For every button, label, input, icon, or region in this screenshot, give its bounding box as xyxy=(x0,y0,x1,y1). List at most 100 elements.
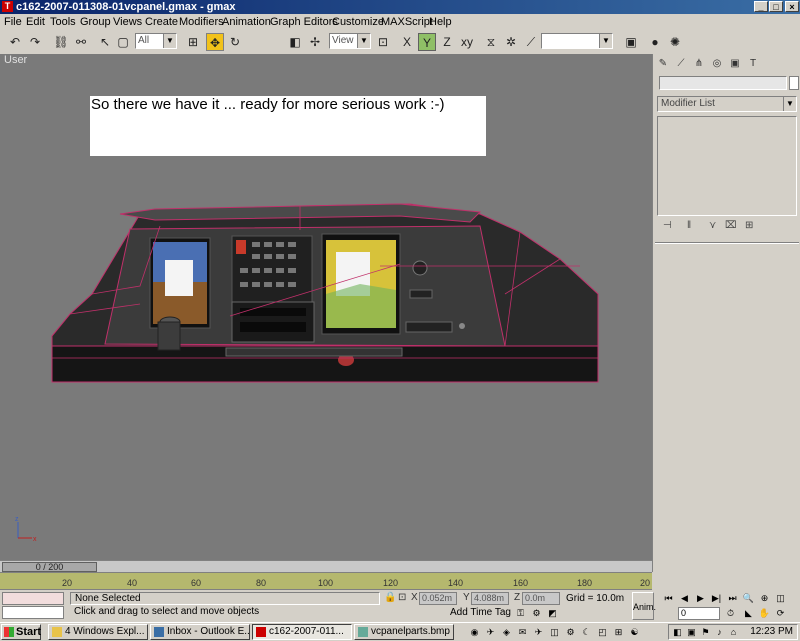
volume-icon[interactable]: ♪ xyxy=(713,626,726,638)
network-icon[interactable]: ⌂ xyxy=(727,626,740,638)
pan-icon[interactable]: ✋ xyxy=(758,607,771,619)
z-coordinate-field[interactable]: 0.0m xyxy=(522,592,560,605)
x-coordinate-field[interactable]: 0.052m xyxy=(419,592,457,605)
previous-frame-icon[interactable]: ◀ xyxy=(678,592,691,604)
quicklaunch-icon[interactable]: ☾ xyxy=(580,626,593,638)
mirror-icon[interactable]: ⧖ xyxy=(482,33,500,51)
quicklaunch-icon[interactable]: ✈ xyxy=(532,626,545,638)
show-end-result-icon[interactable]: ‖ xyxy=(687,220,691,231)
menu-customize[interactable]: Customize xyxy=(332,16,384,28)
field-of-view-icon[interactable]: ◣ xyxy=(742,607,755,619)
animate-button[interactable]: Anim. xyxy=(632,592,656,620)
hierarchy-tab-icon[interactable]: ⋔ xyxy=(693,58,705,70)
select-object-icon[interactable]: ↖ xyxy=(96,33,114,51)
y-coordinate-field[interactable]: 4.088m xyxy=(471,592,509,605)
redo-icon[interactable]: ↷ xyxy=(26,33,44,51)
select-move-icon[interactable]: ✥ xyxy=(206,33,224,51)
next-frame-icon[interactable]: ▶| xyxy=(710,592,723,604)
reference-coord-dropdown[interactable]: View ▼ xyxy=(329,33,371,49)
align-icon[interactable]: ⟋ xyxy=(522,33,540,51)
quicklaunch-icon[interactable]: ⚙ xyxy=(564,626,577,638)
named-selection-dropdown[interactable]: ▼ xyxy=(541,33,613,49)
select-rotate-icon[interactable]: ↻ xyxy=(226,33,244,51)
object-name-field[interactable] xyxy=(659,76,787,90)
taskbar-item-explorer[interactable]: 4 Windows Expl... xyxy=(48,624,148,640)
quicklaunch-icon[interactable]: ✈ xyxy=(484,626,497,638)
zoom-extents-icon[interactable]: ◫ xyxy=(774,592,787,604)
maxscript-listener-input[interactable] xyxy=(2,606,64,619)
select-region-icon[interactable]: ▢ xyxy=(114,33,132,51)
minimize-button[interactable]: _ xyxy=(754,1,768,12)
quicklaunch-icon[interactable]: ⊞ xyxy=(612,626,625,638)
quicklaunch-icon[interactable]: ◰ xyxy=(596,626,609,638)
configure-sets-icon[interactable]: ⊞ xyxy=(745,220,753,231)
render-icon[interactable]: ✺ xyxy=(666,33,684,51)
taskbar-item-paint[interactable]: vcpanelparts.bmp ... xyxy=(354,624,454,640)
menu-edit[interactable]: Edit xyxy=(26,16,45,28)
modifier-stack[interactable] xyxy=(657,116,797,216)
axis-y-icon[interactable]: Y xyxy=(418,33,436,51)
menu-create[interactable]: Create xyxy=(145,16,178,28)
pin-stack-icon[interactable]: ⊣ xyxy=(663,220,672,231)
axis-z-icon[interactable]: Z xyxy=(438,33,456,51)
go-to-start-icon[interactable]: ⏮ xyxy=(662,592,675,604)
modifier-list-dropdown[interactable]: Modifier List ▼ xyxy=(657,96,797,112)
quicklaunch-icon[interactable]: ◉ xyxy=(468,626,481,638)
modify-tab-icon[interactable]: ⟋ xyxy=(675,58,687,70)
arc-rotate-icon[interactable]: ⟳ xyxy=(774,607,787,619)
utilities-tab-icon[interactable]: T xyxy=(747,58,759,70)
tray-icon[interactable]: ⚑ xyxy=(699,626,712,638)
quicklaunch-icon[interactable]: ◈ xyxy=(500,626,513,638)
display-tab-icon[interactable]: ▣ xyxy=(729,58,741,70)
lock-selection-icon[interactable]: 🔒 xyxy=(384,592,396,603)
instrument-panel-model[interactable] xyxy=(0,54,652,560)
motion-tab-icon[interactable]: ◎ xyxy=(711,58,723,70)
taskbar-item-gmax[interactable]: c162-2007-011... xyxy=(252,624,352,640)
maxscript-listener-output[interactable] xyxy=(2,592,64,605)
menu-modifiers[interactable]: Modifiers xyxy=(179,16,224,28)
pivot-icon[interactable]: ✢ xyxy=(306,33,324,51)
angle-snap-icon[interactable]: ◩ xyxy=(546,607,559,619)
object-color-swatch[interactable] xyxy=(789,76,799,90)
quicklaunch-icon[interactable]: ◫ xyxy=(548,626,561,638)
axis-x-icon[interactable]: X xyxy=(398,33,416,51)
key-mode-icon[interactable]: ⚿ xyxy=(514,607,527,619)
menu-tools[interactable]: Tools xyxy=(50,16,76,28)
link-icon[interactable]: ⛓ xyxy=(52,33,70,51)
select-by-name-icon[interactable]: ⊞ xyxy=(184,33,202,51)
menu-animation[interactable]: Animation xyxy=(222,16,271,28)
viewport-user[interactable]: User So there we have it ... ready for m… xyxy=(0,54,652,572)
schematic-view-icon[interactable]: ▣ xyxy=(622,33,640,51)
menu-maxscript[interactable]: MAXScript xyxy=(381,16,433,28)
select-scale-icon[interactable]: ◧ xyxy=(286,33,304,51)
make-unique-icon[interactable]: ⋎ xyxy=(709,220,716,231)
play-icon[interactable]: ▶ xyxy=(694,592,707,604)
window-title-bar[interactable]: T c162-2007-011308-01vcpanel.gmax - gmax… xyxy=(0,0,800,14)
go-to-end-icon[interactable]: ⏭ xyxy=(726,592,739,604)
quicklaunch-icon[interactable]: ✉ xyxy=(516,626,529,638)
gmax-app-icon[interactable]: T xyxy=(2,1,13,12)
maximize-button[interactable]: □ xyxy=(769,1,783,12)
start-button[interactable]: Start xyxy=(1,624,41,640)
menu-views[interactable]: Views xyxy=(113,16,142,28)
snap-icon[interactable]: ⚙ xyxy=(530,607,543,619)
time-config-icon[interactable]: ⏱ xyxy=(724,607,737,619)
unlink-icon[interactable]: ⚯ xyxy=(72,33,90,51)
quicklaunch-icon[interactable]: ☯ xyxy=(628,626,641,638)
tray-icon[interactable]: ▣ xyxy=(685,626,698,638)
current-frame-field[interactable]: 0 xyxy=(678,607,720,620)
menu-graph-editors[interactable]: Graph Editors xyxy=(270,16,338,28)
menu-help[interactable]: Help xyxy=(429,16,452,28)
tray-icon[interactable]: ◧ xyxy=(671,626,684,638)
axis-xy-icon[interactable]: xy xyxy=(458,33,476,51)
close-button[interactable]: × xyxy=(785,1,799,12)
selection-filter-dropdown[interactable]: All ▼ xyxy=(135,33,177,49)
menu-file[interactable]: File xyxy=(4,16,22,28)
undo-icon[interactable]: ↶ xyxy=(6,33,24,51)
pivot-center-icon[interactable]: ⊡ xyxy=(374,33,392,51)
time-slider-thumb[interactable]: 0 / 200 xyxy=(2,562,97,572)
array-icon[interactable]: ✲ xyxy=(502,33,520,51)
remove-modifier-icon[interactable]: ⌧ xyxy=(725,220,737,231)
zoom-all-icon[interactable]: ⊕ xyxy=(758,592,771,604)
taskbar-item-outlook[interactable]: Inbox - Outlook E... xyxy=(150,624,250,640)
